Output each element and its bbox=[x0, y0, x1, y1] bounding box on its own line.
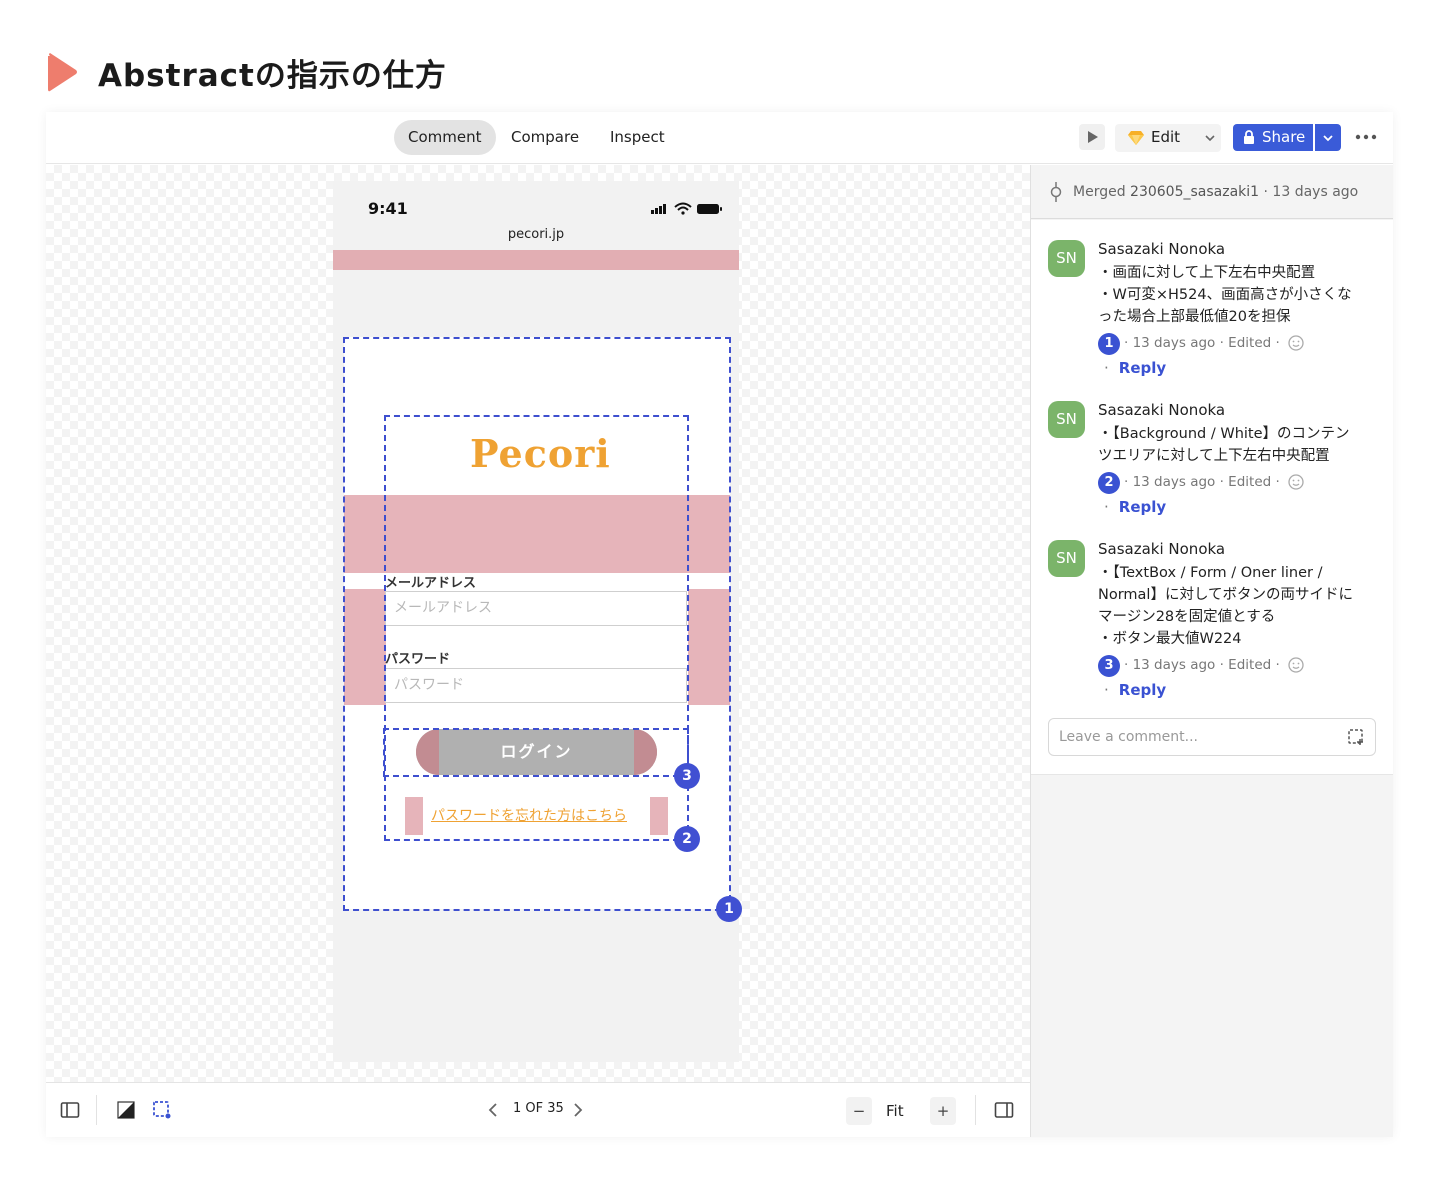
comment-meta: 3 · 13 days ago · Edited · bbox=[1098, 654, 1306, 677]
reply-link[interactable]: · Reply bbox=[1104, 359, 1166, 377]
comment-line: った場合上部最低値20を担保 bbox=[1098, 309, 1291, 325]
browser-url: pecori.jp bbox=[507, 227, 565, 242]
tab-inspect[interactable]: Inspect bbox=[596, 120, 679, 155]
annotation-marker-1[interactable]: 1 bbox=[716, 896, 742, 922]
comment-sidebar: Merged 230605_sasazaki1 · 13 days ago SN… bbox=[1030, 165, 1393, 1137]
comment-line: Normal】に対してボタンの両サイドに bbox=[1098, 587, 1354, 603]
signal-wifi-battery-icon bbox=[651, 202, 722, 215]
page-heading: Abstractの指示の仕方 bbox=[46, 50, 447, 94]
sketch-icon bbox=[1128, 131, 1144, 145]
annotation-marker-2[interactable]: 2 bbox=[674, 826, 700, 852]
comment-number-badge[interactable]: 1 bbox=[1098, 333, 1120, 355]
emoji-reaction-icon[interactable] bbox=[1288, 473, 1306, 491]
emoji-reaction-icon[interactable] bbox=[1288, 334, 1306, 352]
page-title: Abstractの指示の仕方 bbox=[98, 57, 447, 94]
edit-label: Edit bbox=[1151, 128, 1181, 146]
reply-link[interactable]: · Reply bbox=[1104, 498, 1166, 516]
commit-icon bbox=[1050, 182, 1062, 202]
comment-line: ・【TextBox / Form / Oner liner / bbox=[1098, 565, 1323, 581]
annotation-box-2[interactable] bbox=[384, 415, 689, 841]
annotation-box-3[interactable] bbox=[383, 728, 689, 777]
chevron-left-icon[interactable] bbox=[486, 1101, 500, 1119]
comment-meta-text: · 13 days ago · Edited · bbox=[1124, 474, 1280, 490]
comment-line: ・ボタン最大値W224 bbox=[1098, 631, 1242, 647]
merged-time: · 13 days ago bbox=[1263, 184, 1359, 200]
tab-comment[interactable]: Comment bbox=[394, 120, 496, 155]
status-bar: 9:41 pecori.jp bbox=[333, 181, 739, 270]
top-toolbar: Comment Compare Inspect Edit Share bbox=[46, 112, 1393, 164]
tab-compare[interactable]: Compare bbox=[497, 120, 593, 155]
zoom-fit-label[interactable]: Fit bbox=[886, 1102, 904, 1120]
share-label: Share bbox=[1262, 128, 1306, 146]
avatar[interactable]: SN bbox=[1048, 240, 1085, 277]
divider bbox=[96, 1095, 97, 1125]
zoom-control: − Fit + bbox=[846, 1097, 956, 1125]
merged-prefix: Merged bbox=[1073, 184, 1126, 200]
right-panel-icon[interactable] bbox=[994, 1101, 1014, 1119]
comment-meta-text: · 13 days ago · Edited · bbox=[1124, 335, 1280, 351]
comment-body: ・【TextBox / Form / Oner liner / Normal】に… bbox=[1098, 562, 1378, 650]
zoom-in-button[interactable]: + bbox=[930, 1097, 956, 1125]
reply-label: Reply bbox=[1118, 359, 1167, 377]
more-icon[interactable] bbox=[1354, 126, 1378, 148]
merged-info: Merged 230605_sasazaki1 · 13 days ago bbox=[1031, 165, 1393, 219]
emoji-reaction-icon[interactable] bbox=[1288, 656, 1306, 674]
annotation-marker-3[interactable]: 3 bbox=[674, 763, 700, 789]
chevron-down-icon bbox=[1323, 135, 1333, 142]
reply-link[interactable]: · Reply bbox=[1104, 681, 1166, 699]
merged-branch[interactable]: 230605_sasazaki1 bbox=[1130, 184, 1259, 200]
comment-line: ・W可変×H524、画面高さが小さくな bbox=[1098, 287, 1352, 303]
comment-line: ツエリアに対して上下左右中央配置 bbox=[1098, 448, 1330, 464]
play-icon bbox=[48, 53, 77, 92]
status-time: 9:41 bbox=[368, 199, 408, 218]
comment-number-badge[interactable]: 2 bbox=[1098, 472, 1120, 494]
background-toggle-icon[interactable] bbox=[116, 1101, 136, 1119]
comment-list: SN Sasazaki Nonoka ・画面に対して上下左右中央配置 ・W可変×… bbox=[1031, 220, 1393, 775]
lock-icon bbox=[1244, 130, 1254, 144]
avatar[interactable]: SN bbox=[1048, 540, 1085, 577]
chevron-down-icon[interactable] bbox=[1201, 127, 1219, 149]
play-triangle-icon bbox=[1088, 131, 1098, 143]
reply-label: Reply bbox=[1118, 681, 1167, 699]
share-button[interactable]: Share bbox=[1233, 124, 1313, 151]
edit-button[interactable]: Edit bbox=[1115, 124, 1221, 152]
divider bbox=[975, 1095, 976, 1125]
comment-line: ・画面に対して上下左右中央配置 bbox=[1098, 265, 1316, 281]
leave-comment-placeholder: Leave a comment... bbox=[1059, 729, 1198, 745]
header-margin-highlight bbox=[333, 250, 739, 270]
comment-author: Sasazaki Nonoka bbox=[1098, 540, 1226, 558]
leave-comment-input[interactable]: Leave a comment... bbox=[1048, 718, 1376, 756]
comment-meta-text: · 13 days ago · Edited · bbox=[1124, 657, 1280, 673]
comment-number-badge[interactable]: 3 bbox=[1098, 655, 1120, 677]
share-dropdown-button[interactable] bbox=[1315, 124, 1341, 151]
comment-line: マージン28を固定値とする bbox=[1098, 609, 1276, 625]
preview-button[interactable] bbox=[1079, 124, 1105, 150]
bottom-toolbar: 1 OF 35 − Fit + bbox=[46, 1082, 1030, 1137]
chevron-right-icon[interactable] bbox=[571, 1101, 585, 1119]
comment-author: Sasazaki Nonoka bbox=[1098, 401, 1226, 419]
comment-line: ・【Background / White】のコンテン bbox=[1098, 426, 1350, 442]
left-panel-icon[interactable] bbox=[60, 1101, 80, 1119]
comment-meta: 1 · 13 days ago · Edited · bbox=[1098, 332, 1306, 355]
comment-body: ・画面に対して上下左右中央配置 ・W可変×H524、画面高さが小さくな った場合… bbox=[1098, 262, 1378, 328]
area-select-icon[interactable] bbox=[1347, 728, 1365, 746]
abstract-window: Comment Compare Inspect Edit Share 9:41 … bbox=[46, 112, 1393, 1137]
comment-area-icon[interactable] bbox=[152, 1101, 172, 1119]
comment-author: Sasazaki Nonoka bbox=[1098, 240, 1226, 258]
zoom-out-button[interactable]: − bbox=[846, 1097, 872, 1125]
comment-body: ・【Background / White】のコンテン ツエリアに対して上下左右中… bbox=[1098, 423, 1378, 467]
reply-label: Reply bbox=[1118, 498, 1167, 516]
page-indicator: 1 OF 35 bbox=[513, 1101, 564, 1116]
artboard-canvas[interactable]: 9:41 pecori.jp Pecori メールアドレス メールアドレス パス… bbox=[46, 165, 1030, 1082]
avatar[interactable]: SN bbox=[1048, 401, 1085, 438]
merged-text: Merged 230605_sasazaki1 · 13 days ago bbox=[1073, 184, 1358, 200]
comment-meta: 2 · 13 days ago · Edited · bbox=[1098, 471, 1306, 494]
